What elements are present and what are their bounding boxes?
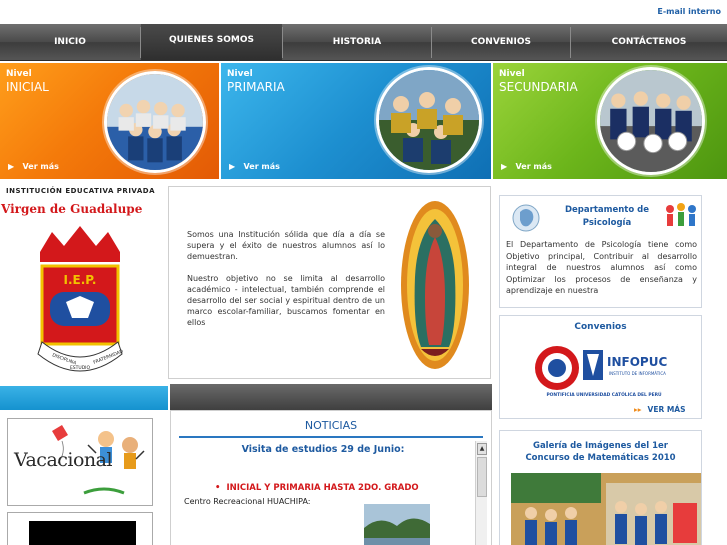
gallery-title: Galería de Imágenes del 1er Concurso de … <box>500 440 701 464</box>
banner-inicial[interactable]: Nivel INICIAL ▶ Ver más <box>0 63 219 179</box>
banner-secundaria[interactable]: Nivel SECUNDARIA ▶ Ver más <box>493 63 727 179</box>
email-internal-link[interactable]: E-mail interno <box>657 7 721 16</box>
banner-title: INICIAL <box>6 80 49 94</box>
banner-level-label: Nivel <box>499 69 525 79</box>
vacacional-banner[interactable]: Vacacional <box>7 418 153 506</box>
secundaria-band-photo <box>597 67 705 175</box>
news-scrollbar[interactable]: ▲ <box>475 441 487 545</box>
institution-name: Virgen de Guadalupe <box>1 202 143 216</box>
news-panel: NOTICIAS Visita de estudios 29 de Junio:… <box>170 410 492 545</box>
scroll-up-arrow-icon[interactable]: ▲ <box>477 443 487 455</box>
main-nav: INICIO QUIENES SOMOS HISTORIA CONVENIOS … <box>0 24 727 61</box>
news-title: NOTICIAS <box>179 416 483 438</box>
scroll-thumb[interactable] <box>477 457 487 497</box>
infopuc-subtitle: INSTITUTO DE INFORMÁTICA <box>609 371 666 376</box>
banner-more-label: Ver más <box>243 162 280 171</box>
nav-item-historia[interactable]: HISTORIA <box>283 24 431 61</box>
intro-panel: Somos una Institución sólida que día a d… <box>168 186 491 379</box>
intro-paragraph: Nuestro objetivo no se limita al desarro… <box>187 274 385 327</box>
play-arrow-icon: ▶ <box>8 162 15 171</box>
nav-item-convenios[interactable]: CONVENIOS <box>432 24 570 61</box>
inicial-students-photo <box>104 71 206 173</box>
gallery-title-line: Concurso de Matemáticas 2010 <box>525 453 676 463</box>
psychology-description: El Departamento de Psicología tiene como… <box>506 240 697 295</box>
banner-title: SECUNDARIA <box>499 80 578 94</box>
gallery-title-line: Galería de Imágenes del 1er <box>532 441 669 451</box>
intro-paragraph: Somos una Institución sólida que día a d… <box>187 230 385 261</box>
banner-ver-mas[interactable]: ▶ Ver más <box>8 162 59 171</box>
intro-text: Somos una Institución sólida que día a d… <box>187 229 385 339</box>
nav-item-inicio[interactable]: INICIO <box>0 24 140 61</box>
banner-more-label: Ver más <box>515 162 552 171</box>
school-crest-logo: I.E.P. DISCIPLINA ESTUDIO FRATERNIDAD <box>22 222 138 380</box>
institution-type-label: INSTITUCIÓN EDUCATIVA PRIVADA <box>6 187 156 195</box>
news-bullet-item: INICIAL Y PRIMARIA HASTA 2DO. GRADO <box>215 483 418 493</box>
banner-level-label: Nivel <box>227 69 253 79</box>
top-bar: E-mail interno <box>0 0 727 24</box>
banner-level-label: Nivel <box>6 69 32 79</box>
university-name: PONTIFICIA UNIVERSIDAD CATÓLICA DEL PERÚ <box>546 391 661 398</box>
huachipa-photo <box>364 504 430 545</box>
left-blue-strip <box>0 386 168 410</box>
video-panel[interactable] <box>7 512 153 545</box>
psychology-panel[interactable]: Departamento de Psicología El Departamen… <box>499 195 702 308</box>
virgin-of-guadalupe-image <box>399 197 471 372</box>
people-figures-icon <box>666 203 696 226</box>
primaria-students-photo <box>376 67 482 173</box>
news-headline: Visita de estudios 29 de Junio: <box>241 444 405 455</box>
psychology-title: Departamento de Psicología <box>564 205 650 228</box>
agreements-panel: Convenios INFOPUC INSTITUTO DE INFORMÁTI… <box>499 315 702 419</box>
banner-title: PRIMARIA <box>227 80 285 94</box>
see-more-label: VER MÁS <box>647 405 686 414</box>
infopuc-partner-logo[interactable]: INFOPUC INSTITUTO DE INFORMÁTICA PONTIFI… <box>533 342 675 400</box>
math-contest-photo <box>511 473 701 545</box>
agreements-title: Convenios <box>574 322 627 332</box>
infopuc-name: INFOPUC <box>607 355 667 369</box>
banner-primaria[interactable]: Nivel PRIMARIA ▶ Ver más <box>221 63 491 179</box>
play-arrow-icon: ▶ <box>229 162 236 171</box>
double-arrow-icon: ▸▸ <box>634 405 642 414</box>
video-player[interactable] <box>29 521 136 545</box>
news-place: Centro Recreacional HUACHIPA: <box>184 497 311 506</box>
banner-ver-mas[interactable]: ▶ Ver más <box>229 162 280 171</box>
gallery-panel[interactable]: Galería de Imágenes del 1er Concurso de … <box>499 430 702 545</box>
news-header-bar <box>170 384 492 410</box>
nav-item-contactenos[interactable]: CONTÁCTENOS <box>571 24 727 61</box>
banner-ver-mas[interactable]: ▶ Ver más <box>501 162 552 171</box>
crest-text: I.E.P. <box>64 273 97 287</box>
banner-more-label: Ver más <box>22 162 59 171</box>
crest-motto-center: ESTUDIO <box>70 365 91 371</box>
psychology-logo-icon <box>512 204 540 232</box>
nav-item-quienes-somos[interactable]: QUIENES SOMOS <box>141 24 282 61</box>
vacacional-title: Vacacional <box>14 449 113 471</box>
play-arrow-icon: ▶ <box>501 162 508 171</box>
agreements-see-more-link[interactable]: ▸▸ VER MÁS <box>634 405 686 414</box>
